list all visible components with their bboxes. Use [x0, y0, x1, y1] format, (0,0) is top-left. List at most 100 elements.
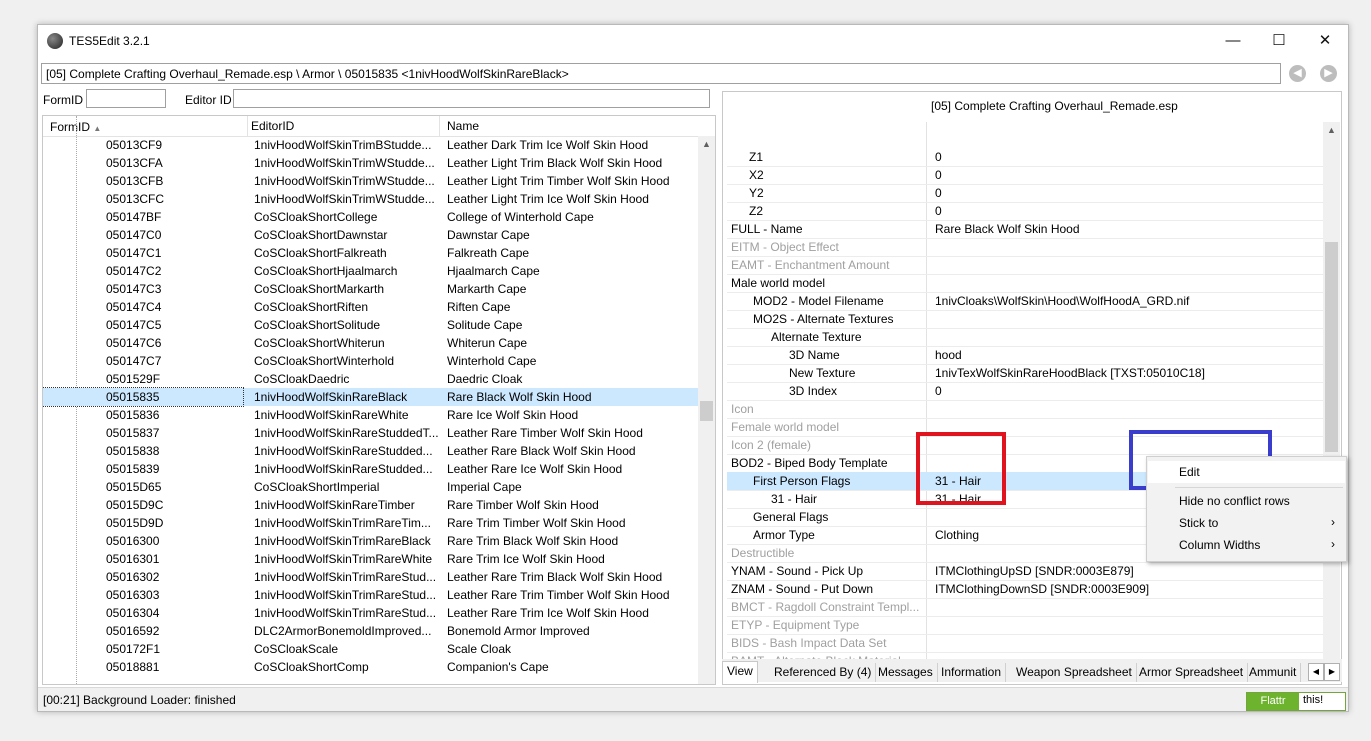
tab-scroll-right-icon[interactable]: ▶ [1324, 663, 1340, 681]
detail-row[interactable]: Z1 0 [727, 148, 1323, 167]
menu-item-stick-to[interactable]: Stick to › [1148, 512, 1345, 534]
detail-row[interactable]: Z2 0 [727, 202, 1323, 221]
detail-row[interactable]: Y2 0 [727, 184, 1323, 203]
table-row[interactable]: 05015836 1nivHoodWolfSkinRareWhite Rare Ic… [43, 406, 698, 424]
table-row[interactable]: 05013CFC 1nivHoodWolfSkinTrimWStudde... Le… [43, 190, 698, 208]
record-list-scrollbar[interactable]: ▲ [698, 136, 715, 684]
table-row[interactable]: 05016301 1nivHoodWolfSkinTrimRareWhite Rar… [43, 550, 698, 568]
detail-row[interactable]: Alternate Texture [727, 328, 1323, 347]
field-name: BMCT - Ragdoll Constraint Templ... [731, 600, 920, 614]
table-row[interactable]: 05015837 1nivHoodWolfSkinRareStuddedT... L… [43, 424, 698, 442]
table-row[interactable]: 050147C2 CoSCloakShortHjaalmarch Hjaalmarc… [43, 262, 698, 280]
record-view[interactable]: [05] Complete Crafting Overhaul_Remade.e… [722, 91, 1342, 685]
formid-text: 050147C4 [106, 300, 162, 314]
menu-item-edit[interactable]: Edit [1148, 461, 1345, 483]
scrollbar-thumb[interactable] [700, 401, 713, 421]
column-header-name[interactable]: Name [439, 116, 479, 136]
table-row[interactable]: 050172F1 CoSCloakScale Scale Cloak [43, 640, 698, 658]
detail-row[interactable]: X2 0 [727, 166, 1323, 185]
detail-row[interactable]: MO2S - Alternate Textures [727, 310, 1323, 329]
table-row[interactable]: 05015839 1nivHoodWolfSkinRareStudded... Le… [43, 460, 698, 478]
table-row[interactable]: 05013CFB 1nivHoodWolfSkinTrimWStudde... Le… [43, 172, 698, 190]
table-row[interactable]: 05016592 DLC2ArmorBonemoldImproved... Bone… [43, 622, 698, 640]
table-row[interactable]: 050147C4 CoSCloakShortRiften Riften Cape [43, 298, 698, 316]
status-text: [00:21] Background Loader: finished [43, 693, 236, 707]
field-name: Y2 [749, 186, 764, 200]
maximize-button[interactable]: ☐ [1256, 25, 1302, 57]
formid-text: 050147C7 [106, 354, 162, 368]
record-list[interactable]: FormID ▲ EditorID Name 05013CF9 1nivHoodW… [42, 115, 716, 685]
detail-row[interactable]: EITM - Object Effect [727, 238, 1323, 257]
detail-row[interactable]: EAMT - Enchantment Amount [727, 256, 1323, 275]
table-row[interactable]: 05015835 1nivHoodWolfSkinRareBlack Rare Bl… [43, 387, 698, 407]
table-row[interactable]: 05015838 1nivHoodWolfSkinRareStudded... Le… [43, 442, 698, 460]
flattr-this-label: this! [1303, 694, 1324, 706]
tab-referenced-by[interactable]: Referenced By (4) [770, 663, 877, 682]
close-button[interactable]: ✕ [1302, 25, 1348, 57]
detail-row[interactable]: New Texture 1nivTexWolfSkinRareHoodBlack … [727, 364, 1323, 383]
name-cell: Leather Rare Ice Wolf Skin Hood [447, 462, 623, 476]
formid-text: 05015D9D [106, 516, 164, 530]
detail-row[interactable]: Icon [727, 400, 1323, 419]
detail-row[interactable]: Male world model [727, 274, 1323, 293]
detail-row[interactable]: BMCT - Ragdoll Constraint Templ... [727, 598, 1323, 617]
scroll-up-icon[interactable]: ▲ [698, 139, 715, 149]
minimize-button[interactable]: — [1210, 25, 1256, 57]
detail-row[interactable]: ETYP - Equipment Type [727, 616, 1323, 635]
column-header-editorid[interactable]: EditorID [247, 116, 294, 136]
formid-cell: 05015836 [43, 406, 243, 424]
table-row[interactable]: 050147C1 CoSCloakShortFalkreath Falkreath … [43, 244, 698, 262]
record-path-field[interactable]: [05] Complete Crafting Overhaul_Remade.e… [41, 63, 1281, 84]
name-cell: Rare Ice Wolf Skin Hood [447, 408, 579, 422]
detail-row[interactable]: BIDS - Bash Impact Data Set [727, 634, 1323, 653]
forward-arrow-icon[interactable]: ▶ [1320, 65, 1337, 82]
table-row[interactable]: 05016303 1nivHoodWolfSkinTrimRareStud... L… [43, 586, 698, 604]
editorid-cell: CoSCloakShortSolitude [254, 318, 381, 332]
editorid-filter-input[interactable] [233, 89, 710, 108]
table-row[interactable]: 050147C5 CoSCloakShortSolitude Solitude Ca… [43, 316, 698, 334]
table-row[interactable]: 050147C6 CoSCloakShortWhiterun Whiterun Ca… [43, 334, 698, 352]
table-row[interactable]: 05016302 1nivHoodWolfSkinTrimRareStud... L… [43, 568, 698, 586]
tab-information[interactable]: Information [937, 663, 1007, 682]
tab-weapon-spreadsheet[interactable]: Weapon Spreadsheet [1012, 663, 1137, 682]
table-row[interactable]: 05016300 1nivHoodWolfSkinTrimRareBlack Rar… [43, 532, 698, 550]
table-row[interactable]: 05016304 1nivHoodWolfSkinTrimRareStud... L… [43, 604, 698, 622]
table-row[interactable]: 05015D9D 1nivHoodWolfSkinTrimRareTim... Ra… [43, 514, 698, 532]
table-row[interactable]: 050147C7 CoSCloakShortWinterhold Winterhol… [43, 352, 698, 370]
scrollbar-thumb[interactable] [1325, 242, 1338, 452]
table-row[interactable]: 0501529F CoSCloakDaedric Daedric Cloak [43, 370, 698, 388]
back-arrow-icon[interactable]: ◀ [1289, 65, 1306, 82]
table-row[interactable]: 050147BF CoSCloakShortCollege College of W… [43, 208, 698, 226]
tab-ammunition[interactable]: Ammunit [1245, 663, 1302, 682]
menu-item-column-widths[interactable]: Column Widths › [1148, 534, 1345, 556]
detail-row[interactable]: 3D Name hood [727, 346, 1323, 365]
formid-filter-input[interactable] [86, 89, 166, 108]
tab-messages[interactable]: Messages [874, 663, 938, 682]
table-row[interactable]: 05018881 CoSCloakShortComp Companion's Cap… [43, 658, 698, 676]
formid-text: 050147C5 [106, 318, 162, 332]
tab-view[interactable]: View [722, 661, 758, 683]
table-row[interactable]: 050147C0 CoSCloakShortDawnstar Dawnstar Ca… [43, 226, 698, 244]
scroll-up-icon[interactable]: ▲ [1323, 125, 1340, 135]
formid-cell: 05016592 [43, 622, 243, 640]
detail-row[interactable]: ZNAM - Sound - Put Down ITMClothingDownSD… [727, 580, 1323, 599]
detail-row[interactable]: YNAM - Sound - Pick Up ITMClothingUpSD [S… [727, 562, 1323, 581]
table-row[interactable]: 05015D9C 1nivHoodWolfSkinRareTimber Rare T… [43, 496, 698, 514]
tab-scroll-left-icon[interactable]: ◀ [1308, 663, 1324, 681]
table-row[interactable]: 05013CFA 1nivHoodWolfSkinTrimWStudde... Le… [43, 154, 698, 172]
detail-row[interactable]: MOD2 - Model Filename 1nivCloaks\WolfSkin… [727, 292, 1323, 311]
detail-row[interactable]: FULL - Name Rare Black Wolf Skin Hood [727, 220, 1323, 239]
flattr-button[interactable]: Flattr this! [1246, 692, 1346, 711]
tab-armor-spreadsheet[interactable]: Armor Spreadsheet [1135, 663, 1249, 682]
menu-item-hide-no-conflict-rows[interactable]: Hide no conflict rows [1148, 490, 1345, 512]
table-row[interactable]: 05015D65 CoSCloakShortImperial Imperial Ca… [43, 478, 698, 496]
editorid-cell: CoSCloakShortComp [254, 660, 369, 674]
field-name: Male world model [731, 276, 826, 290]
formid-text: 05013CFC [106, 192, 165, 206]
name-cell: Leather Rare Timber Wolf Skin Hood [447, 426, 643, 440]
table-row[interactable]: 05013CF9 1nivHoodWolfSkinTrimBStudde... Le… [43, 136, 698, 154]
detail-row[interactable]: 3D Index 0 [727, 382, 1323, 401]
table-row[interactable]: 050147C3 CoSCloakShortMarkarth Markarth Ca… [43, 280, 698, 298]
formid-text: 05016304 [106, 606, 160, 620]
record-view-scrollbar[interactable]: ▲ ▼ [1323, 122, 1340, 682]
